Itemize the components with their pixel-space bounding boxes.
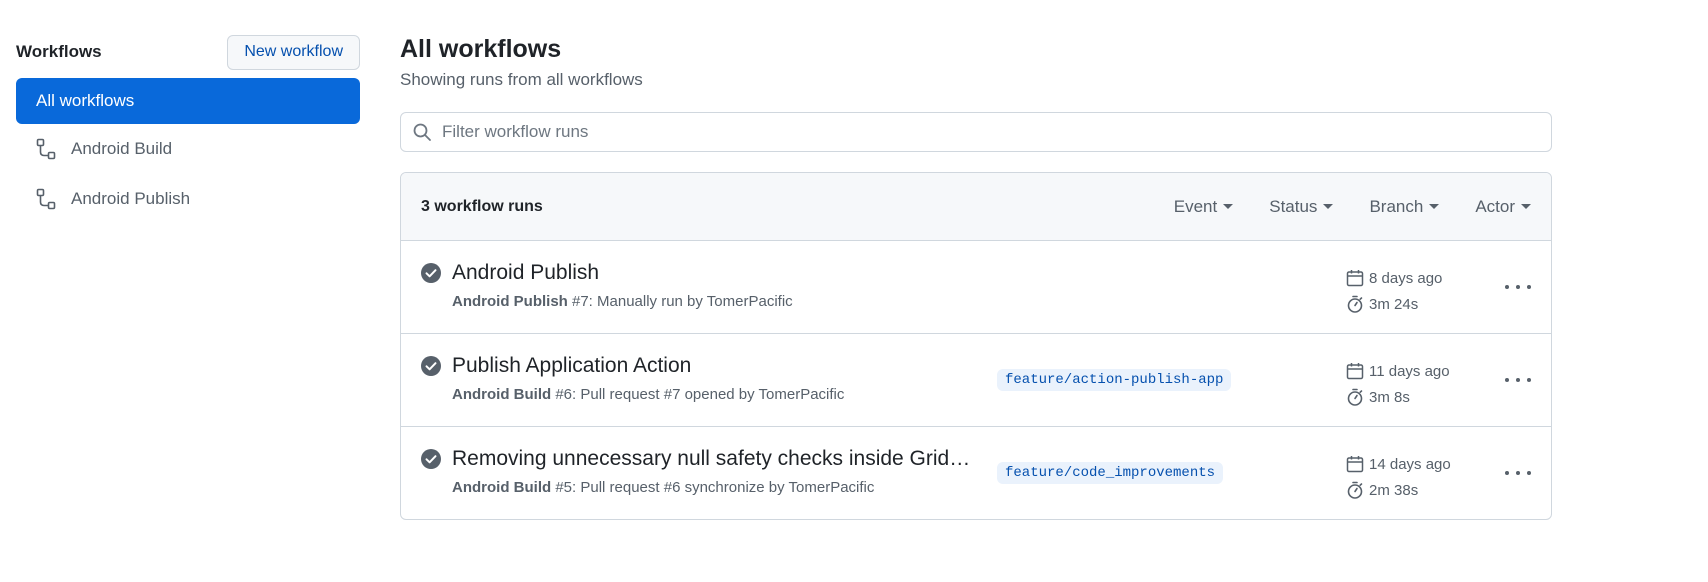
caret-down-icon [1223,204,1234,209]
new-workflow-button[interactable]: New workflow [227,34,360,70]
filter-label: Branch [1369,196,1424,216]
calendar-icon [1346,270,1364,287]
sidebar-item-android-build[interactable]: Android Build [16,124,360,174]
run-title-link[interactable]: Removing unnecessary null safety checks … [452,447,972,471]
filter-label: Actor [1475,196,1515,216]
stopwatch-icon [1347,295,1363,313]
page-title: All workflows [400,35,562,63]
run-actions-kebab-icon[interactable] [1505,277,1531,297]
caret-down-icon [1521,204,1531,209]
filter-label: Status [1269,196,1318,216]
run-date: 8 days ago [1369,269,1443,287]
run-timing: 8 days ago 3m 24s [1346,265,1442,317]
search-icon [412,122,432,142]
run-duration: 3m 8s [1369,388,1410,406]
status-filter-dropdown[interactable]: Status [1269,196,1334,217]
page-subtitle: Showing runs from all workflows [400,70,643,89]
run-detail: #6: Pull request #7 opened by TomerPacif… [551,386,845,403]
workflow-run-row[interactable]: Publish Application Action Android Build… [401,334,1551,427]
search-input[interactable] [442,122,1342,142]
run-timing: 11 days ago 3m 8s [1346,358,1450,410]
success-check-icon [421,263,441,283]
sidebar-item-android-publish[interactable]: Android Publish [16,174,360,224]
workflow-run-row[interactable]: Removing unnecessary null safety checks … [401,427,1551,519]
sidebar-item-label: Android Build [71,139,173,158]
stopwatch-icon [1347,481,1363,499]
calendar-icon [1346,456,1364,473]
run-date: 11 days ago [1369,362,1450,380]
caret-down-icon [1323,204,1334,209]
branch-label[interactable]: feature/code_improvements [997,462,1224,484]
event-filter-dropdown[interactable]: Event [1173,196,1234,217]
sidebar-item-label: Android Publish [71,189,191,208]
run-title-link[interactable]: Android Publish [452,261,599,285]
sidebar-header: Workflows New workflow [16,34,360,70]
run-workflow-name: Android Build [452,386,552,403]
run-duration: 2m 38s [1369,481,1419,499]
run-meta: Android Build #6: Pull request #7 opened… [452,386,844,403]
filter-label: Event [1173,196,1218,216]
run-title-link[interactable]: Publish Application Action [452,354,691,378]
success-check-icon [421,356,441,376]
run-timing: 14 days ago 2m 38s [1346,451,1451,503]
run-meta: Android Build #5: Pull request #6 synchr… [452,479,874,496]
main-content: All workflows Showing runs from all work… [400,34,1552,520]
run-workflow-name: Android Build [452,479,552,496]
calendar-icon [1346,363,1364,380]
run-actions-kebab-icon[interactable] [1505,463,1531,483]
workflow-icon [36,138,56,160]
branch-filter-dropdown[interactable]: Branch [1369,196,1440,217]
stopwatch-icon [1347,388,1363,406]
workflow-icon [36,188,56,210]
run-meta: Android Publish #7: Manually run by Tome… [452,293,793,310]
run-detail: #7: Manually run by TomerPacific [567,293,793,310]
workflows-sidebar: Workflows New workflow All workflows And… [16,34,360,224]
sidebar-title: Workflows [16,42,102,61]
filter-runs-search[interactable] [400,112,1552,152]
run-duration: 3m 24s [1369,295,1419,313]
run-date: 14 days ago [1369,455,1451,473]
success-check-icon [421,449,441,469]
sidebar-item-all-workflows[interactable]: All workflows [16,78,360,124]
run-actions-kebab-icon[interactable] [1505,370,1531,390]
runs-header: 3 workflow runs Event Status Branch Acto… [401,173,1551,241]
run-detail: #5: Pull request #6 synchronize by Tomer… [551,479,875,496]
workflow-run-row[interactable]: Android Publish Android Publish #7: Manu… [401,241,1551,334]
branch-label[interactable]: feature/action-publish-app [997,369,1232,391]
actor-filter-dropdown[interactable]: Actor [1475,197,1531,217]
run-workflow-name: Android Publish [452,293,568,310]
caret-down-icon [1429,204,1440,209]
runs-count: 3 workflow runs [421,197,543,215]
workflow-runs-list: 3 workflow runs Event Status Branch Acto… [400,172,1552,520]
